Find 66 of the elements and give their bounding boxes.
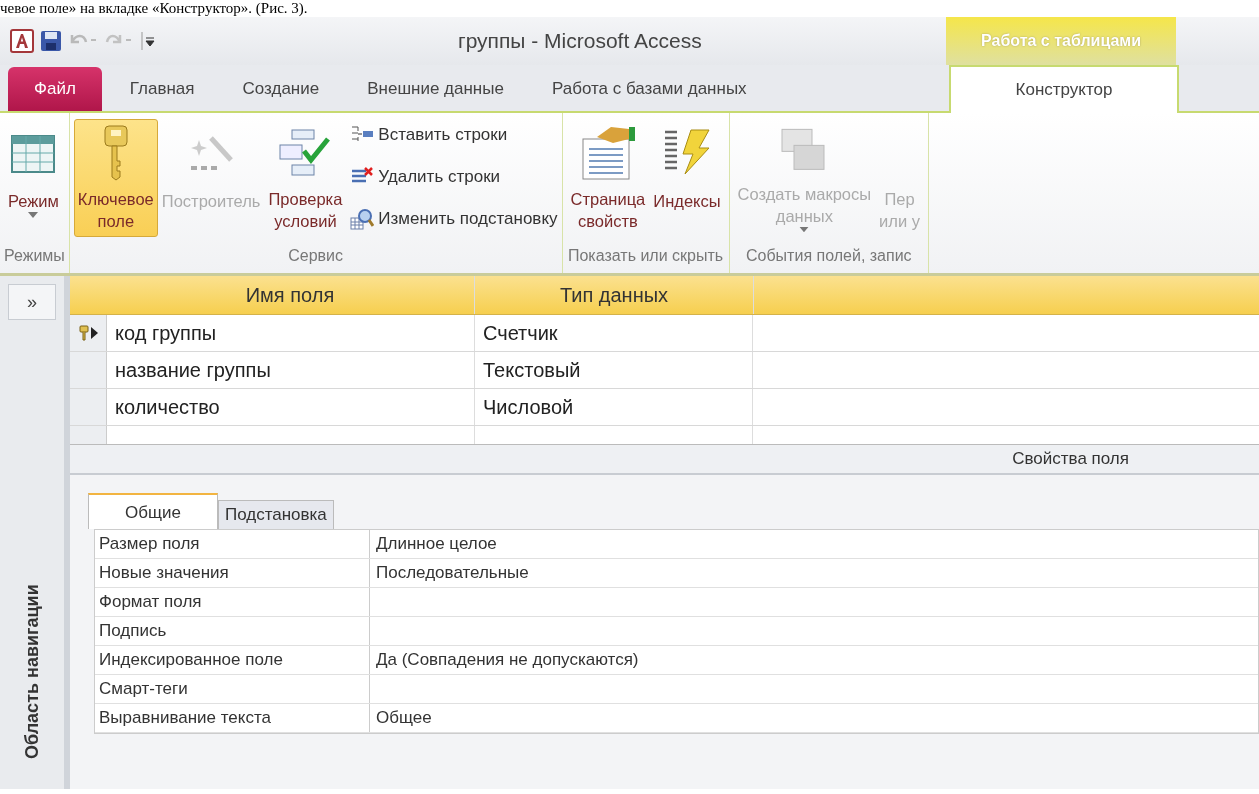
ribbon-tab[interactable]: Внешние данные (343, 67, 528, 111)
property-tab[interactable]: Подстановка (217, 500, 334, 529)
property-name-cell: Новые значения (95, 559, 370, 587)
navigation-pane-title[interactable]: Область навигации (21, 330, 43, 789)
ribbon-button[interactable]: Проверка условий (264, 119, 347, 237)
property-tab[interactable]: Общие (88, 493, 218, 529)
property-value-cell[interactable]: Общее (370, 704, 1258, 732)
window-title: группы - Microsoft Access (458, 29, 703, 53)
field-properties-title: Свойства поля (1012, 449, 1129, 469)
field-name-cell[interactable]: название группы (107, 352, 475, 388)
button-label: или у (879, 211, 920, 232)
field-name-cell[interactable]: количество (107, 389, 475, 425)
ribbon-button[interactable]: Изменить подстановку (350, 203, 558, 235)
button-label: Страница (570, 189, 646, 210)
ribbon-group-label: Показать или скрыть (566, 247, 725, 266)
data-type-cell[interactable]: Текстовый (475, 352, 753, 388)
button-label: Ключевое (77, 189, 154, 210)
app-logo-icon (10, 29, 34, 53)
button-label: поле (96, 211, 136, 232)
button-label: Создать макросы (737, 183, 872, 205)
button-label: свойств (577, 211, 639, 232)
button-label: Пер (883, 189, 916, 210)
lookup-icon (350, 208, 375, 230)
column-header[interactable]: Имя поля (106, 276, 475, 314)
data-type-cell[interactable]: Числовой (475, 389, 753, 425)
ribbon-button[interactable]: Индексы (649, 119, 725, 237)
ribbon-button[interactable]: Страница свойств (566, 119, 650, 237)
ribbon-button[interactable]: Режим (4, 119, 63, 237)
property-name-cell: Смарт-теги (95, 675, 370, 703)
ribbon-group-label: События полей, запис (745, 247, 913, 266)
data-type-cell[interactable]: Счетчик (475, 315, 753, 351)
button-label: Проверка (268, 189, 343, 210)
context-tab-group-label: Работа с таблицами (946, 17, 1176, 65)
property-name-cell: Размер поля (95, 530, 370, 558)
document-text: чевое поле» на вкладке «Конструктор». (Рис. 3). (0, 0, 309, 17)
ribbon-button[interactable]: Ключевое поле (73, 119, 158, 237)
property-value-cell[interactable]: Последовательные (370, 559, 1258, 587)
property-value-cell[interactable]: Да (Совпадения не допускаются) (370, 646, 1258, 674)
ribbon-group-label: Сервис (287, 247, 345, 266)
dropdown-arrow-icon (28, 212, 39, 218)
column-header[interactable]: Тип данных (475, 276, 754, 314)
dropdown-arrow-icon (799, 226, 810, 232)
property-name-cell: Подпись (95, 617, 370, 645)
button-label: Индексы (653, 191, 721, 212)
ribbon-tab[interactable]: Главная (105, 67, 219, 111)
row-selector[interactable] (70, 315, 107, 351)
property-value-cell[interactable]: Длинное целое (370, 530, 1258, 558)
ribbon-tab[interactable]: Файл (8, 67, 102, 111)
ribbon-group-label: Режимы (3, 247, 66, 266)
button-label: условий (273, 211, 338, 232)
ribbon-tab[interactable]: Конструктор (949, 65, 1179, 113)
property-name-cell: Выравнивание текста (95, 704, 370, 732)
property-name-cell: Индексированное поле (95, 646, 370, 674)
key-icon (101, 124, 130, 182)
button-label: Режим (8, 191, 59, 212)
ribbon-button[interactable]: Вставить строки (350, 119, 558, 151)
save-icon[interactable] (40, 30, 62, 52)
ribbon-tab[interactable]: Работа с базами данных (527, 67, 771, 111)
customize-menu-icon[interactable] (140, 30, 156, 52)
ribbon-button[interactable]: Удалить строки (350, 161, 558, 193)
ribbon-tab[interactable]: Создание (218, 67, 344, 111)
button-label: Построитель (161, 191, 261, 212)
property-name-cell: Формат поля (95, 588, 370, 616)
field-name-cell[interactable]: код группы (107, 315, 475, 351)
expand-pane-button[interactable]: » (8, 284, 56, 320)
button-label: данных (774, 205, 834, 227)
